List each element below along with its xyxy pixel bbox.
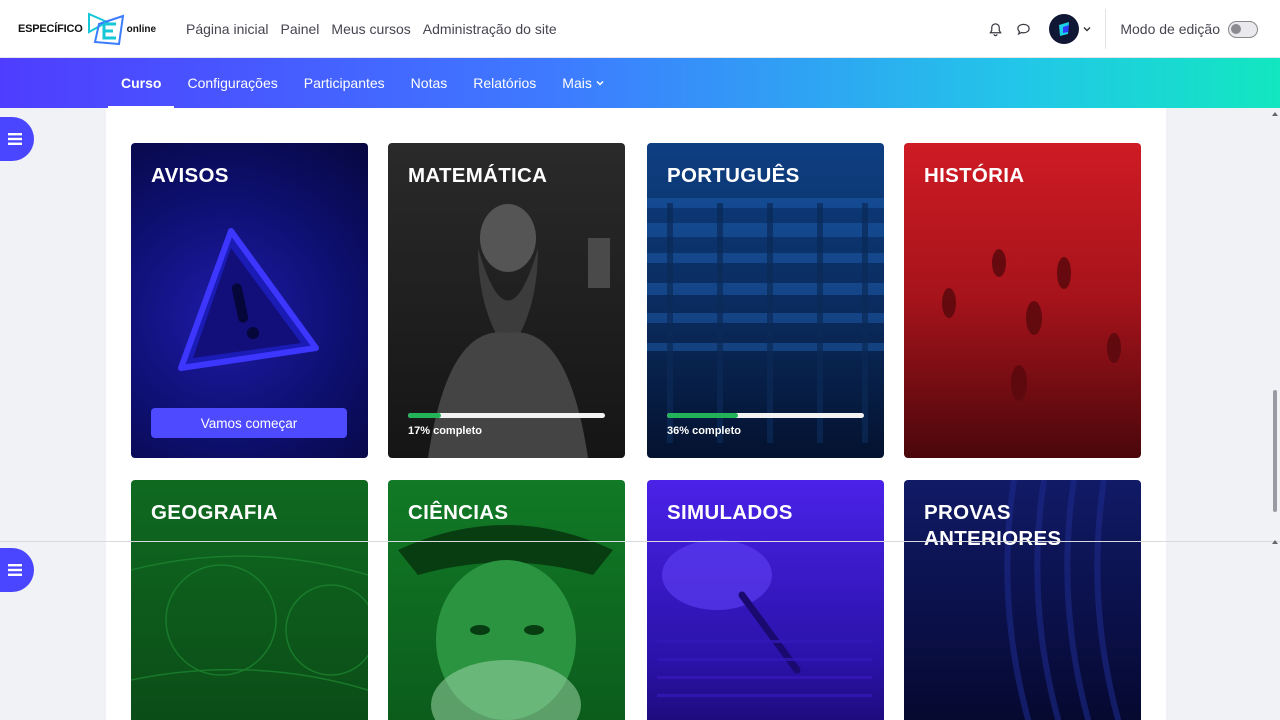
- brand-name: ESPECÍFICO: [18, 23, 83, 35]
- course-index-drawer-toggle[interactable]: [0, 117, 34, 161]
- scroll-thumb[interactable]: [1273, 390, 1277, 512]
- scroll-up-arrow-secondary[interactable]: [1272, 540, 1278, 544]
- course-index-drawer-toggle-secondary[interactable]: [0, 548, 34, 592]
- course-card-avisos[interactable]: AVISOS Vamos começar: [131, 143, 368, 458]
- course-card-ciencias[interactable]: CIÊNCIAS: [388, 480, 625, 720]
- start-button[interactable]: Vamos começar: [151, 408, 347, 438]
- progress-bar: [408, 413, 605, 418]
- edit-mode-toggle[interactable]: [1228, 20, 1258, 38]
- page-scrollbar[interactable]: [1270, 108, 1280, 720]
- tab-course[interactable]: Curso: [108, 58, 175, 108]
- nav-dashboard[interactable]: Painel: [275, 21, 326, 37]
- overlay-divider: [0, 541, 1280, 542]
- scroll-up-arrow[interactable]: [1272, 112, 1278, 116]
- card-title: MATEMÁTICA: [408, 164, 548, 187]
- course-card-geografia[interactable]: GEOGRAFIA: [131, 480, 368, 720]
- progress-bar: [667, 413, 864, 418]
- edit-mode-label: Modo de edição: [1120, 21, 1220, 37]
- toggle-knob: [1231, 23, 1241, 34]
- chevron-down-icon: [596, 80, 604, 86]
- user-menu-toggle[interactable]: [1049, 14, 1091, 44]
- nav-my-courses[interactable]: Meus cursos: [325, 21, 416, 37]
- nav-home[interactable]: Página inicial: [180, 21, 275, 37]
- course-card-matematica[interactable]: MATEMÁTICA 17% completo: [388, 143, 625, 458]
- progress-fill: [667, 413, 738, 418]
- card-title: SIMULADOS: [667, 501, 793, 524]
- tab-more[interactable]: Mais: [549, 58, 617, 108]
- tab-more-label: Mais: [562, 75, 592, 91]
- messages-button[interactable]: [1009, 15, 1037, 43]
- card-title: CIÊNCIAS: [408, 501, 509, 524]
- card-title: PORTUGUÊS: [667, 164, 800, 187]
- edit-mode-switch[interactable]: Modo de edição: [1120, 20, 1258, 38]
- course-card-provas-anteriores[interactable]: PROVAS ANTERIORES: [904, 480, 1141, 720]
- logo-mark-icon: [87, 12, 124, 46]
- card-title: PROVAS ANTERIORES: [924, 501, 1062, 550]
- soldiers-map-image: [942, 249, 1121, 401]
- tab-settings[interactable]: Configurações: [174, 58, 290, 108]
- top-navbar: ESPECÍFICO online Página inicial Painel …: [0, 0, 1280, 58]
- course-content: AVISOS Vamos começar MATEMÁTICA 17% comp…: [106, 108, 1166, 720]
- notifications-button[interactable]: [981, 15, 1009, 43]
- avatar-icon: [1059, 22, 1070, 36]
- course-secondary-nav: Curso Configurações Participantes Notas …: [0, 58, 1280, 108]
- brand-suffix: online: [126, 23, 157, 35]
- tab-grades[interactable]: Notas: [398, 58, 461, 108]
- navbar-divider: [1105, 9, 1107, 49]
- bell-icon: [989, 22, 1002, 36]
- list-icon: [8, 133, 22, 145]
- philosopher-image: [428, 204, 610, 458]
- course-card-historia[interactable]: HISTÓRIA: [904, 143, 1141, 458]
- primary-nav: Página inicial Painel Meus cursos Admini…: [180, 0, 563, 58]
- course-card-portugues[interactable]: PORTUGUÊS 36% completo: [647, 143, 884, 458]
- nav-site-admin[interactable]: Administração do site: [417, 21, 563, 37]
- card-title: GEOGRAFIA: [151, 501, 278, 524]
- course-card-simulados[interactable]: SIMULADOS: [647, 480, 884, 720]
- tab-participants[interactable]: Participantes: [291, 58, 398, 108]
- card-title: HISTÓRIA: [924, 164, 1025, 187]
- books-image: [647, 198, 884, 443]
- progress-label: 17% completo: [408, 425, 482, 437]
- chat-icon: [1017, 23, 1030, 35]
- progress-label: 36% completo: [667, 425, 741, 437]
- tab-reports[interactable]: Relatórios: [460, 58, 549, 108]
- card-title: AVISOS: [151, 164, 229, 187]
- brand-logo[interactable]: ESPECÍFICO online: [18, 12, 156, 46]
- navbar-right: Modo de edição: [981, 0, 1280, 58]
- progress-fill: [408, 413, 442, 418]
- list-icon: [8, 564, 22, 576]
- avatar: [1049, 14, 1080, 44]
- chevron-down-icon: [1083, 27, 1091, 32]
